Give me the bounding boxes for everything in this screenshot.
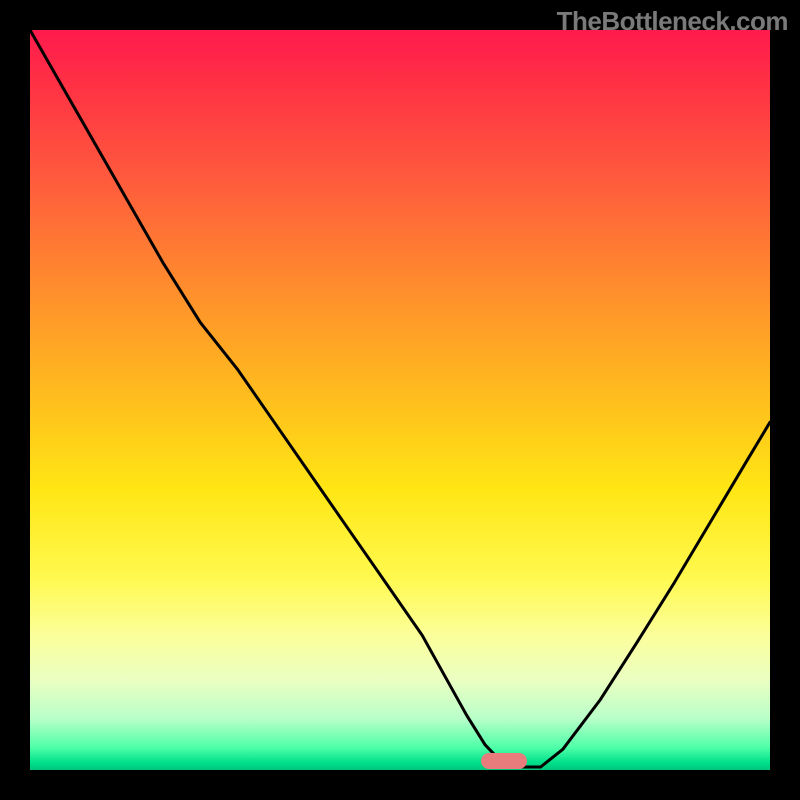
plot-area: [30, 30, 770, 770]
bottleneck-curve: [30, 30, 770, 770]
optimum-marker: [481, 753, 527, 769]
chart-frame: TheBottleneck.com: [0, 0, 800, 800]
